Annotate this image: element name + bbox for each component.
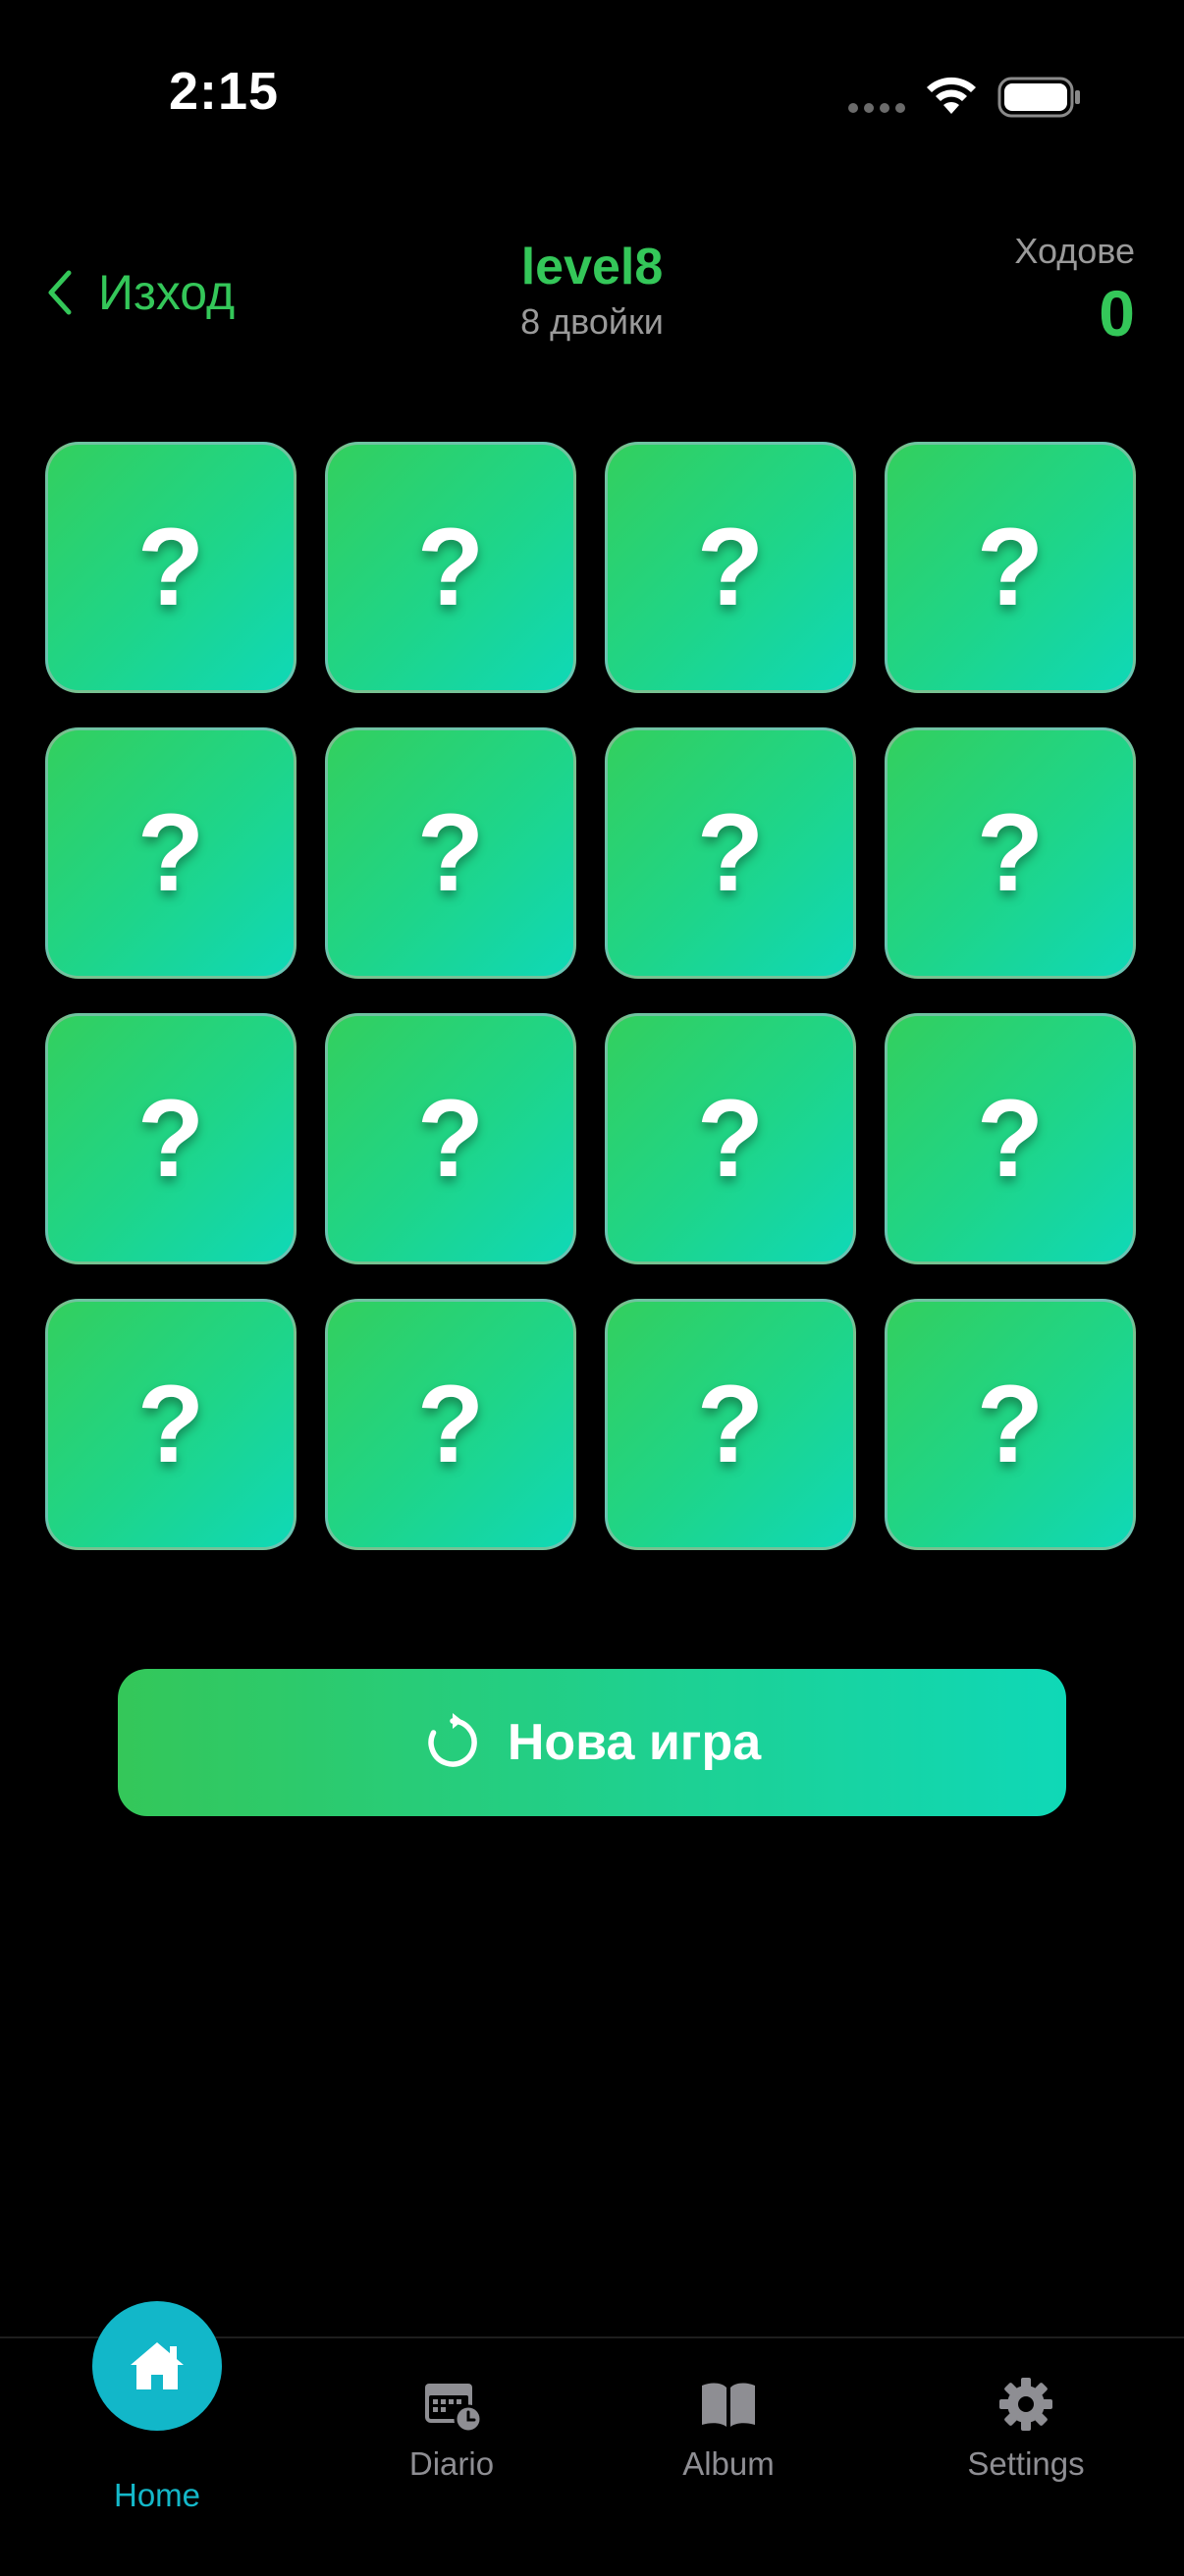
gear-icon xyxy=(999,2378,1052,2431)
memory-card[interactable]: ? xyxy=(325,1299,576,1550)
memory-card-grid: ? ? ? ? ? ? ? ? ? ? ? ? ? ? ? ? xyxy=(45,442,1139,1550)
exit-button[interactable]: Изход xyxy=(45,261,235,324)
pairs-subtitle: 8 двойки xyxy=(520,301,664,342)
memory-card[interactable]: ? xyxy=(885,442,1136,693)
memory-card[interactable]: ? xyxy=(45,727,296,979)
tab-diario[interactable]: Diario xyxy=(353,2338,550,2484)
calendar-clock-icon xyxy=(425,2384,482,2433)
tab-album[interactable]: Album xyxy=(630,2338,827,2484)
card-face: ? xyxy=(696,1363,765,1485)
status-bar: 2:15 xyxy=(0,0,1184,196)
memory-card[interactable]: ? xyxy=(605,442,856,693)
tab-settings[interactable]: Settings xyxy=(928,2338,1124,2484)
home-icon xyxy=(131,2342,184,2389)
memory-card[interactable]: ? xyxy=(885,727,1136,979)
memory-card[interactable]: ? xyxy=(605,1299,856,1550)
memory-card[interactable]: ? xyxy=(325,442,576,693)
card-face: ? xyxy=(416,1077,485,1200)
card-face: ? xyxy=(976,506,1045,628)
memory-card[interactable]: ? xyxy=(885,1013,1136,1264)
card-face: ? xyxy=(976,1077,1045,1200)
exit-label: Изход xyxy=(98,265,236,320)
tab-bar: Home Diario Album Settings xyxy=(0,2301,1184,2576)
card-face: ? xyxy=(696,506,765,628)
moves-counter: Ходове 0 xyxy=(1014,228,1135,351)
card-face: ? xyxy=(136,791,205,914)
tab-settings-label: Settings xyxy=(967,2445,1085,2482)
card-face: ? xyxy=(416,791,485,914)
memory-card[interactable]: ? xyxy=(605,1013,856,1264)
memory-card[interactable]: ? xyxy=(325,1013,576,1264)
chevron-left-icon xyxy=(48,270,72,315)
new-game-button[interactable]: Нова игра xyxy=(118,1669,1066,1816)
card-face: ? xyxy=(136,506,205,628)
card-face: ? xyxy=(136,1077,205,1200)
battery-icon xyxy=(997,77,1080,118)
memory-card[interactable]: ? xyxy=(885,1299,1136,1550)
memory-card[interactable]: ? xyxy=(45,1299,296,1550)
tab-album-label: Album xyxy=(682,2445,775,2482)
memory-card[interactable]: ? xyxy=(605,727,856,979)
card-face: ? xyxy=(416,1363,485,1485)
card-face: ? xyxy=(976,1363,1045,1485)
moves-value: 0 xyxy=(1099,277,1135,349)
memory-card[interactable]: ? xyxy=(45,442,296,693)
home-tab-highlight xyxy=(92,2301,222,2431)
card-face: ? xyxy=(696,1077,765,1200)
card-face: ? xyxy=(696,791,765,914)
new-game-label: Нова игра xyxy=(507,1714,762,1771)
level-header: level8 8 двойки xyxy=(396,236,788,344)
book-icon xyxy=(702,2383,755,2427)
card-face: ? xyxy=(976,791,1045,914)
memory-card[interactable]: ? xyxy=(45,1013,296,1264)
status-time: 2:15 xyxy=(169,62,280,121)
card-face: ? xyxy=(136,1363,205,1485)
level-title: level8 xyxy=(520,239,664,295)
cellular-signal-icon xyxy=(848,103,905,113)
tab-home-label: Home xyxy=(113,2477,201,2513)
tab-diario-label: Diario xyxy=(408,2445,495,2482)
memory-card[interactable]: ? xyxy=(325,727,576,979)
card-face: ? xyxy=(416,506,485,628)
moves-label: Ходове xyxy=(1014,231,1135,271)
wifi-icon xyxy=(927,77,976,114)
refresh-icon xyxy=(428,1713,477,1767)
